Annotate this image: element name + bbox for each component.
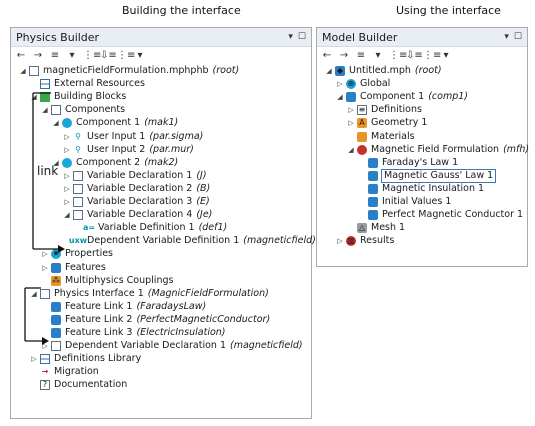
feature-icon xyxy=(346,92,356,103)
model-builder-toolbar: ← → ≡ ▾ ⋮≡ ⇩≡ ⋮≡ ▾ xyxy=(317,47,527,63)
expand-icon[interactable]: ⇩≡ xyxy=(406,50,423,61)
physics-builder-titlebar: Physics Builder ▾ ☐ xyxy=(11,28,311,47)
feature-icon xyxy=(368,157,378,168)
tree-item[interactable]: Perfect Magnetic Conductor 1 xyxy=(358,209,523,221)
collapse-icon[interactable]: ⋮≡ xyxy=(117,50,135,61)
tree-item-label: Faraday's Law 1 xyxy=(382,156,459,168)
definitions-icon: ≡ xyxy=(357,105,367,116)
maximize-button[interactable]: ☐ xyxy=(514,32,522,42)
tree-item[interactable]: Magnetic Insulation 1 xyxy=(358,183,484,195)
tree-item[interactable]: ▷ ⊕ Global xyxy=(336,78,390,90)
arrow-head-icon xyxy=(42,337,49,345)
feature-icon xyxy=(368,197,378,207)
geometry-icon: A xyxy=(357,118,367,129)
tree-item-label: Definitions xyxy=(371,104,422,116)
tree-item[interactable]: Initial Values 1 xyxy=(358,196,451,208)
tree-item-tag: (root) xyxy=(414,65,442,76)
feature-icon xyxy=(368,183,378,194)
menu-dropdown-icon[interactable]: ▾ xyxy=(440,50,452,61)
tree-item[interactable]: Faraday's Law 1 xyxy=(358,157,458,169)
tree-item[interactable]: Materials xyxy=(347,131,415,143)
expand-toggle-icon[interactable]: ▷ xyxy=(336,235,344,247)
tree-item-tag: (mfh) xyxy=(503,143,530,155)
collapse-toggle-icon[interactable]: ◢ xyxy=(325,65,333,77)
maximize-button[interactable]: ☐ xyxy=(298,32,306,42)
expand-toggle-icon[interactable]: ▷ xyxy=(336,78,344,90)
collapse-icon[interactable]: ⋮≡ xyxy=(423,50,441,61)
forward-arrow-icon[interactable]: → xyxy=(338,50,350,61)
back-arrow-icon[interactable]: ← xyxy=(15,50,27,61)
tree-item-label: Magnetic Gauss' Law 1 xyxy=(380,168,497,183)
physics-builder-panel: Physics Builder ▾ ☐ ← → ≡ ▾ ⋮≡ ⇩≡ ⋮≡ ▾ ◢… xyxy=(10,27,316,419)
model-builder-panel: Model Builder ▾ ☐ ← → ≡ ▾ ⋮≡ ⇩≡ ⋮≡ ▾ ◢ ◆ U… xyxy=(316,27,529,267)
show-icon[interactable]: ⋮≡ xyxy=(83,50,101,61)
minimize-button[interactable]: ▾ xyxy=(288,32,293,42)
expand-toggle-icon[interactable]: ▷ xyxy=(347,117,355,129)
expand-toggle-icon[interactable]: ▷ xyxy=(347,104,355,116)
link-arrows xyxy=(24,92,65,345)
tree-item[interactable]: ▷ A Geometry 1 xyxy=(347,117,427,129)
results-icon: ▥ xyxy=(346,236,356,247)
tree-item-label: Magnetic Insulation 1 xyxy=(382,182,485,194)
model-builder-tree: ◢ ◆ Untitled.mph (root) ▷ ⊕ Global ◢ Component 1… xyxy=(317,65,529,265)
left-caption: Building the interface xyxy=(122,4,241,17)
tree-item[interactable]: ▷ ▥ Results xyxy=(336,235,394,247)
tree-item[interactable]: ◢ ◆ Untitled.mph (root) xyxy=(325,65,442,77)
tree-item-label: Geometry 1 xyxy=(371,117,428,129)
mesh-icon: △ xyxy=(357,223,367,234)
tree-item[interactable]: △ Mesh 1 xyxy=(347,222,405,234)
tree-item-label: Untitled.mph xyxy=(349,65,411,76)
link-label: link xyxy=(37,164,59,178)
tree-item-label: Component 1 xyxy=(360,91,425,103)
show-icon[interactable]: ⋮≡ xyxy=(389,50,407,61)
tree-item[interactable]: Magnetic Gauss' Law 1 xyxy=(358,168,497,183)
tree-item-label: Initial Values 1 xyxy=(382,196,452,207)
globe-icon: ⊕ xyxy=(346,79,356,90)
tree-item-label: Global xyxy=(360,78,391,90)
back-arrow-icon[interactable]: ← xyxy=(321,50,333,61)
tree-item-label: Mesh 1 xyxy=(371,222,406,234)
expand-icon[interactable]: ⇩≡ xyxy=(100,50,117,61)
arrow-head-icon xyxy=(58,245,65,253)
tree-item[interactable]: ◢ Component 1 (comp1) xyxy=(336,91,468,103)
root-icon: ◆ xyxy=(335,66,345,76)
physics-builder-toolbar: ← → ≡ ▾ ⋮≡ ⇩≡ ⋮≡ ▾ xyxy=(11,47,311,63)
tree-item[interactable]: ▷ ≡ Definitions xyxy=(347,104,422,116)
tree-item-label: Results xyxy=(360,235,395,247)
collapse-toggle-icon[interactable]: ◢ xyxy=(347,144,355,156)
panel-title: Physics Builder xyxy=(16,30,100,44)
filter-icon[interactable]: ≡ xyxy=(355,50,367,61)
filter-icon[interactable]: ≡ xyxy=(49,50,61,61)
panel-title: Model Builder xyxy=(322,30,398,44)
menu-dropdown-icon[interactable]: ▾ xyxy=(134,50,146,61)
dropdown-icon[interactable]: ▾ xyxy=(372,50,384,61)
forward-arrow-icon[interactable]: → xyxy=(32,50,44,61)
tree-item-label: Materials xyxy=(371,130,415,142)
tree-item[interactable]: ◢ Magnetic Field Formulation (mfh) xyxy=(347,144,529,156)
collapse-toggle-icon[interactable]: ◢ xyxy=(336,91,344,103)
right-caption: Using the interface xyxy=(396,4,501,17)
materials-icon xyxy=(357,131,367,142)
tree-item-tag: (comp1) xyxy=(428,91,468,103)
minimize-button[interactable]: ▾ xyxy=(504,32,509,42)
tree-item-label: Perfect Magnetic Conductor 1 xyxy=(382,209,524,221)
tree-item-label: Magnetic Field Formulation xyxy=(371,143,500,155)
feature-icon xyxy=(368,210,378,221)
dropdown-icon[interactable]: ▾ xyxy=(66,50,78,61)
model-builder-titlebar: Model Builder ▾ ☐ xyxy=(317,28,527,47)
feature-icon xyxy=(368,170,378,181)
physics-icon xyxy=(357,144,367,155)
